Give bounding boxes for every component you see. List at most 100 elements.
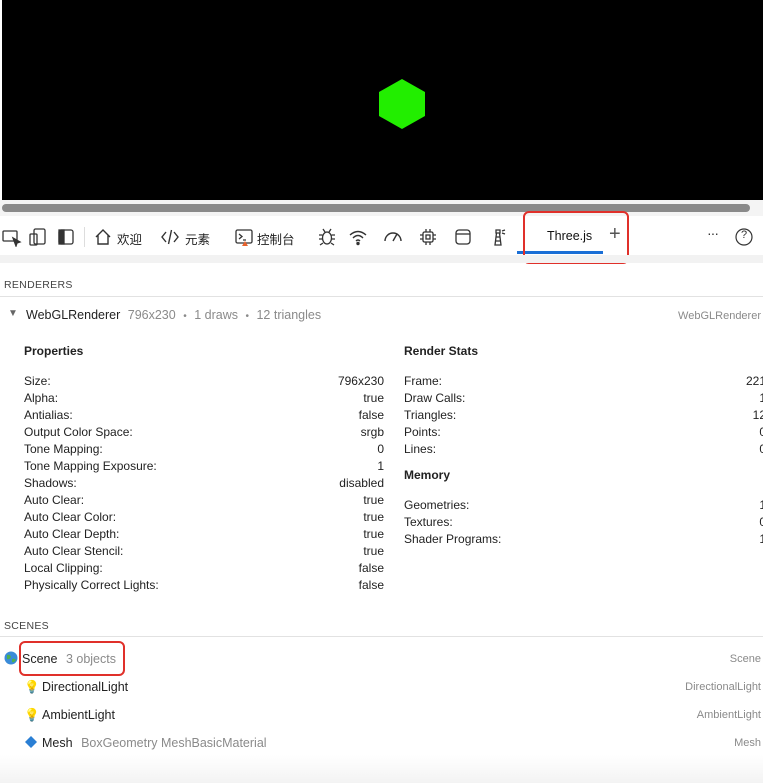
property-value: false xyxy=(358,578,384,592)
property-value: true xyxy=(363,510,384,524)
property-key: Shadows: xyxy=(24,476,77,490)
globe-icon xyxy=(4,649,18,669)
property-row: Shadows: disabled xyxy=(24,475,384,492)
code-icon[interactable] xyxy=(160,227,180,247)
property-value: 1 xyxy=(377,459,384,473)
scene-name: Scene xyxy=(22,652,58,666)
property-key: Alpha: xyxy=(24,391,59,405)
add-tab-icon[interactable]: + xyxy=(609,223,621,246)
toolbar-divider xyxy=(84,227,85,247)
stat-key: Draw Calls: xyxy=(404,391,466,405)
memory-value: 0 xyxy=(759,515,763,529)
scenes-divider xyxy=(0,636,763,637)
collapse-triangle-icon[interactable]: ▼ xyxy=(8,308,18,319)
renderers-divider xyxy=(0,296,763,297)
bottom-fade xyxy=(0,755,763,783)
property-row: Auto Clear Color: true xyxy=(24,509,384,526)
property-key: Auto Clear: xyxy=(24,493,85,507)
green-cube xyxy=(379,79,425,129)
lightbulb-icon: 💡 xyxy=(24,708,40,722)
scene-child-ambient-light[interactable]: 💡 AmbientLight xyxy=(24,705,115,725)
devtools-toolbar: 欢迎 元素 控制台 Three.js + ··· ? xyxy=(0,217,763,256)
home-icon[interactable] xyxy=(93,227,113,247)
stat-value: 1 xyxy=(759,391,763,405)
application-icon[interactable] xyxy=(453,227,473,247)
child-name: DirectionalLight xyxy=(42,680,129,694)
lightbulb-icon: 💡 xyxy=(24,680,40,694)
tab-threejs-label: Three.js xyxy=(547,229,593,243)
property-value: 796x230 xyxy=(337,374,384,388)
stat-key: Points: xyxy=(404,425,441,439)
renderer-size: 796x230 xyxy=(127,308,176,322)
stat-row: Draw Calls: 1 xyxy=(404,390,763,407)
child-type: DirectionalLight xyxy=(685,681,761,693)
help-icon[interactable]: ? xyxy=(734,227,754,247)
property-row: Local Clipping: false xyxy=(24,560,384,577)
renderers-header: RENDERERS xyxy=(4,279,73,291)
performance-icon[interactable] xyxy=(383,227,403,247)
tab-threejs[interactable]: Three.js xyxy=(517,217,603,254)
stat-key: Triangles: xyxy=(404,408,457,422)
network-icon[interactable] xyxy=(348,227,368,247)
property-value: true xyxy=(363,493,384,507)
child-name: Mesh xyxy=(42,736,73,750)
scene-child-mesh[interactable]: Mesh BoxGeometry MeshBasicMaterial xyxy=(24,733,267,753)
tab-welcome[interactable]: 欢迎 xyxy=(117,229,142,248)
stat-key: Lines: xyxy=(404,442,437,456)
tab-elements[interactable]: 元素 xyxy=(185,229,210,248)
stat-row: Triangles: 12 xyxy=(404,407,763,424)
property-row: Auto Clear Depth: true xyxy=(24,526,384,543)
child-type: AmbientLight xyxy=(696,709,761,721)
scene-row[interactable]: Scene 3 objects xyxy=(4,649,116,669)
property-row: Tone Mapping Exposure: 1 xyxy=(24,458,384,475)
renderer-sep: • xyxy=(183,311,187,322)
properties-title: Properties xyxy=(24,344,84,358)
stat-value: 221 xyxy=(745,374,763,388)
stat-row: Frame: 221 xyxy=(404,373,763,390)
scenes-header: SCENES xyxy=(4,620,49,632)
bug-icon[interactable] xyxy=(317,227,337,247)
renderer-sep: • xyxy=(245,311,249,322)
property-value: true xyxy=(363,527,384,541)
memory-row: Geometries: 1 xyxy=(404,497,763,514)
property-key: Local Clipping: xyxy=(24,561,103,575)
scrollbar-thumb[interactable] xyxy=(2,204,750,212)
memory-key: Shader Programs: xyxy=(404,532,502,546)
more-options-icon[interactable]: ··· xyxy=(707,225,719,241)
renderer-triangles: 12 triangles xyxy=(256,308,322,322)
renderer-draws: 1 draws xyxy=(194,308,238,322)
stat-row: Lines: 0 xyxy=(404,441,763,458)
console-icon[interactable] xyxy=(234,227,254,247)
memory-key: Textures: xyxy=(404,515,453,529)
help-symbol: ? xyxy=(740,229,748,241)
inspect-icon[interactable] xyxy=(2,227,22,247)
property-key: Tone Mapping: xyxy=(24,442,103,456)
property-row: Size: 796x230 xyxy=(24,373,384,390)
memory-row: Shader Programs: 1 xyxy=(404,531,763,548)
device-emulation-icon[interactable] xyxy=(28,227,48,247)
memory-value: 1 xyxy=(759,498,763,512)
property-value: true xyxy=(363,544,384,558)
property-row: Alpha: true xyxy=(24,390,384,407)
memory-title: Memory xyxy=(404,468,451,482)
property-value: false xyxy=(358,408,384,422)
property-value: srgb xyxy=(360,425,384,439)
scene-child-directional-light[interactable]: 💡 DirectionalLight xyxy=(24,677,128,697)
property-key: Antialias: xyxy=(24,408,73,422)
property-value: disabled xyxy=(339,476,384,490)
tab-console[interactable]: 控制台 xyxy=(257,229,295,248)
memory-row: Textures: 0 xyxy=(404,514,763,531)
memory-chip-icon[interactable] xyxy=(418,227,438,247)
stat-value: 0 xyxy=(759,442,763,456)
property-key: Output Color Space: xyxy=(24,425,133,439)
property-value: true xyxy=(363,391,384,405)
property-value: false xyxy=(358,561,384,575)
property-key: Auto Clear Stencil: xyxy=(24,544,124,558)
threejs-canvas[interactable] xyxy=(2,0,763,200)
renderer-row[interactable]: ▼ WebGLRenderer 796x230 • 1 draws • 12 t… xyxy=(0,307,763,325)
property-row: Antialias: false xyxy=(24,407,384,424)
sidebar-toggle-icon[interactable] xyxy=(56,227,76,247)
lighthouse-icon[interactable] xyxy=(488,227,508,247)
child-name: AmbientLight xyxy=(42,708,115,722)
scene-type: Scene xyxy=(729,653,761,665)
